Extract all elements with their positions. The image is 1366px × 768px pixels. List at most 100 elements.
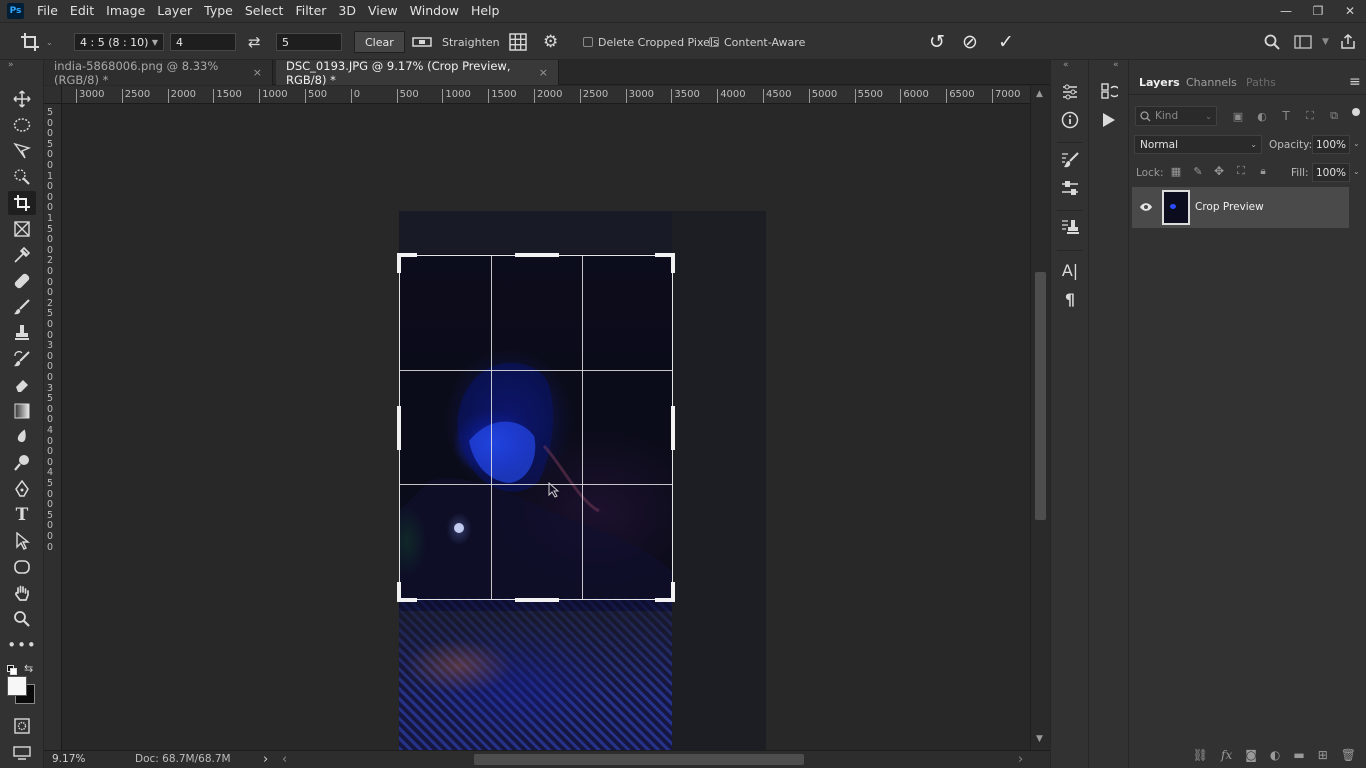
crop-handle-top-left[interactable] [397,253,401,273]
rectangle-tool-icon[interactable] [8,555,36,579]
crop-handle-left[interactable] [397,406,401,450]
quick-selection-tool-icon[interactable] [8,165,36,189]
filter-kind-dropdown[interactable]: Kind ⌄ [1135,106,1217,126]
history-icon[interactable] [1099,81,1119,101]
menu-help[interactable]: Help [465,0,506,22]
scroll-right-icon[interactable]: › [1018,752,1023,767]
vertical-scroll-thumb[interactable] [1035,272,1046,520]
horizontal-ruler[interactable]: 3000 2500 2000 1500 1000 500 0 500 1000 1500 2000 2… [62,86,1030,104]
ratio-height-input[interactable]: 5 [276,33,342,51]
filter-toggle[interactable] [1352,108,1360,116]
menu-file[interactable]: File [31,0,64,22]
close-tab-icon[interactable]: × [539,66,548,79]
collapse-panels-icon[interactable]: « [1063,60,1069,70]
properties-panel-icon[interactable] [1060,82,1080,102]
link-layers-icon[interactable]: ⛓ [1193,748,1208,762]
eye-icon[interactable] [1139,202,1153,212]
photoshop-logo[interactable]: Ps [7,3,24,19]
gradient-tool-icon[interactable] [8,399,36,423]
brush-settings-icon[interactable] [1060,150,1080,170]
add-mask-icon[interactable]: ◙ [1245,748,1257,762]
new-adjustment-layer-icon[interactable]: ◐ [1270,748,1280,762]
crop-tool-icon[interactable] [8,191,36,215]
restore-button[interactable]: ❐ [1302,0,1334,22]
crop-handle-bottom[interactable] [515,598,559,602]
actions-play-icon[interactable] [1099,110,1119,130]
menu-view[interactable]: View [362,0,404,22]
clone-source-icon[interactable] [1060,218,1080,238]
tab-dsc-0193[interactable]: DSC_0193.JPG @ 9.17% (Crop Preview, RGB/… [276,59,559,87]
filter-shape-icon[interactable]: ⛶ [1303,109,1317,123]
search-icon[interactable] [1264,23,1280,61]
workspace-icon[interactable] [1294,23,1312,61]
scroll-down-icon[interactable]: ▼ [1036,734,1043,744]
menu-3d[interactable]: 3D [332,0,362,22]
close-tab-icon[interactable]: × [253,66,262,79]
scroll-left-icon[interactable]: ‹ [282,752,287,767]
vertical-ruler[interactable]: 5005001000150020002500300035004000450050… [44,104,62,750]
crop-handle-top[interactable] [515,253,559,257]
close-window-button[interactable]: ✕ [1334,0,1366,22]
crop-tool-preset-picker[interactable]: ⌄ [20,23,53,61]
content-aware-checkbox[interactable]: Content-Aware [709,23,805,61]
tab-layers[interactable]: Layers [1139,76,1180,89]
cancel-crop-icon[interactable]: ⊘ [962,23,978,61]
menu-edit[interactable]: Edit [64,0,100,22]
hand-tool-icon[interactable] [8,581,36,605]
history-brush-tool-icon[interactable] [8,347,36,371]
straighten-button[interactable]: Straighten [412,23,500,61]
new-layer-icon[interactable]: ⊞ [1318,748,1328,762]
blur-tool-icon[interactable] [8,425,36,449]
marquee-tool-icon[interactable] [8,113,36,137]
eyedropper-tool-icon[interactable] [8,243,36,267]
share-icon[interactable] [1340,23,1356,61]
filter-type-icon[interactable]: T [1279,109,1293,123]
fx-icon[interactable]: fx [1221,748,1232,762]
paragraph-panel-icon[interactable]: ¶ [1060,289,1080,309]
crop-handle-bottom-left[interactable] [397,582,401,602]
lock-artboard-icon[interactable]: ⛶ [1234,164,1248,178]
collapse-panels-icon[interactable]: « [1113,60,1119,70]
lock-position-icon[interactable]: ✥ [1212,164,1226,178]
adjustments-icon[interactable] [1060,178,1080,198]
crop-handle-bottom-right[interactable] [671,582,675,602]
trash-icon[interactable]: 🗑︎ [1341,748,1356,762]
pen-tool-icon[interactable] [8,477,36,501]
swap-colors-icon[interactable]: ⇆ [24,662,33,675]
more-tools-icon[interactable]: ••• [7,633,36,657]
brush-tool-icon[interactable] [8,295,36,319]
collapse-toolbar-icon[interactable]: » [8,60,14,70]
zoom-level[interactable]: 9.17% [52,753,85,765]
zoom-tool-icon[interactable] [8,607,36,631]
chevron-down-icon[interactable]: ⌄ [1353,139,1360,148]
minimize-button[interactable]: — [1270,0,1302,22]
crop-handle-top-right[interactable] [671,253,675,273]
gear-icon[interactable]: ⚙ [543,23,558,61]
menu-window[interactable]: Window [404,0,465,22]
status-menu-arrow[interactable]: › [263,752,268,767]
fill-input[interactable]: 100% [1312,163,1350,182]
lock-image-icon[interactable]: ✎ [1191,164,1205,178]
scroll-up-icon[interactable]: ▲ [1036,89,1043,99]
ratio-width-input[interactable]: 4 [170,33,236,51]
layer-row-crop-preview[interactable]: Crop Preview [1132,187,1349,228]
quick-mask-icon[interactable] [8,714,36,738]
healing-brush-tool-icon[interactable] [8,269,36,293]
commit-crop-icon[interactable]: ✓ [998,23,1014,61]
move-tool-icon[interactable] [8,87,36,111]
menu-type[interactable]: Type [198,0,239,22]
vertical-scrollbar[interactable]: ▲ ▼ [1030,86,1050,750]
lasso-tool-icon[interactable] [8,139,36,163]
horizontal-scroll-thumb[interactable] [474,754,804,765]
crop-handle-right[interactable] [671,406,675,450]
crop-box[interactable] [397,253,675,602]
menu-image[interactable]: Image [100,0,151,22]
new-group-icon[interactable]: ▬ [1293,748,1304,762]
swap-ratio-icon[interactable]: ⇄ [248,23,261,61]
filter-smart-object-icon[interactable]: ⧉ [1327,109,1341,123]
menu-filter[interactable]: Filter [289,0,332,22]
opacity-input[interactable]: 100% [1312,135,1350,154]
screen-mode-icon[interactable] [8,741,36,765]
clone-stamp-tool-icon[interactable] [8,321,36,345]
blend-mode-dropdown[interactable]: Normal ⌄ [1134,135,1262,154]
